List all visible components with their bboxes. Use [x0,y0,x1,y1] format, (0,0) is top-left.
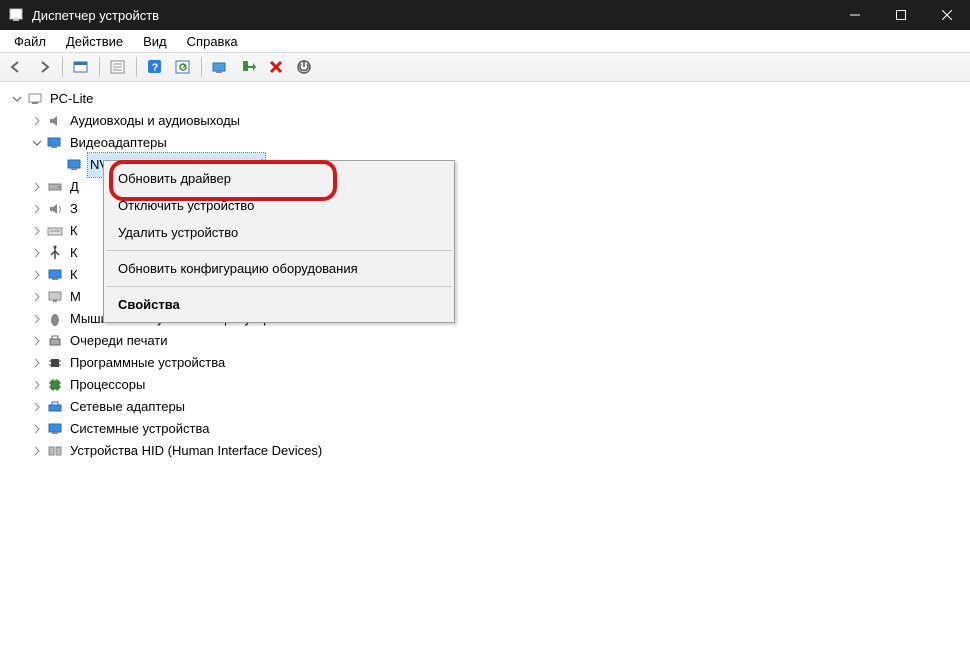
properties-button[interactable] [105,55,131,79]
menu-action[interactable]: Действие [56,32,133,51]
hid-icon [46,442,64,460]
display-adapter-icon [46,134,64,152]
menu-file[interactable]: Файл [4,32,56,51]
twisty-blank [50,158,64,172]
chevron-right-icon[interactable] [30,114,44,128]
printer-icon [46,332,64,350]
chevron-down-icon[interactable] [30,136,44,150]
tree-item-label: З [68,197,80,221]
forward-button[interactable] [31,55,57,79]
chevron-right-icon[interactable] [30,356,44,370]
tree-item-label: Устройства HID (Human Interface Devices) [68,439,324,463]
tree-item-label: Видеоадаптеры [68,131,169,155]
usb-icon [46,244,64,262]
show-hidden-button[interactable] [68,55,94,79]
window-title: Диспетчер устройств [32,8,159,23]
sound-icon [46,200,64,218]
system-icon [46,420,64,438]
tree-category-software[interactable]: Программные устройства [30,352,970,374]
mouse-icon [46,310,64,328]
toolbar-separator [99,57,100,77]
update-driver-button[interactable] [207,55,233,79]
ctx-properties[interactable]: Свойства [104,291,454,318]
chevron-right-icon[interactable] [30,180,44,194]
menu-help[interactable]: Справка [177,32,248,51]
tree-item-label: Сетевые адаптеры [68,395,187,419]
chevron-right-icon[interactable] [30,422,44,436]
tree-item-label: К [68,219,80,243]
svg-text:?: ? [152,62,159,74]
cpu-icon [46,376,64,394]
tree-panel: PC-Lite Аудиовходы и аудиовыходы [0,82,970,646]
tree-category-processors[interactable]: Процессоры [30,374,970,396]
enable-device-button[interactable] [235,55,261,79]
speaker-icon [46,112,64,130]
disable-device-button[interactable] [291,55,317,79]
computer-icon [46,266,64,284]
chevron-right-icon[interactable] [30,334,44,348]
tree-item-label: Аудиовходы и аудиовыходы [68,109,242,133]
chevron-right-icon[interactable] [30,246,44,260]
tree-category-audio[interactable]: Аудиовходы и аудиовыходы [30,110,970,132]
tree-root-label: PC-Lite [48,87,95,111]
close-button[interactable] [924,0,970,30]
monitor-icon [46,288,64,306]
keyboard-icon [46,222,64,240]
tree-category-network[interactable]: Сетевые адаптеры [30,396,970,418]
chevron-down-icon[interactable] [10,92,24,106]
context-menu: Обновить драйвер Отключить устройство Уд… [103,160,455,323]
chevron-right-icon[interactable] [30,290,44,304]
tree-category-printqueue[interactable]: Очереди печати [30,330,970,352]
tree-item-label: Системные устройства [68,417,211,441]
chip-icon [46,354,64,372]
tree-item-label: К [68,241,80,265]
back-button[interactable] [3,55,29,79]
menubar: Файл Действие Вид Справка [0,30,970,53]
display-adapter-icon [66,156,84,174]
computer-icon [26,90,44,108]
chevron-right-icon[interactable] [30,202,44,216]
tree-item-label: Программные устройства [68,351,227,375]
tree-item-label: К [68,263,80,287]
ctx-scan-hardware[interactable]: Обновить конфигурацию оборудования [104,255,454,282]
tree-item-label: Очереди печати [68,329,170,353]
tree-root-node[interactable]: PC-Lite [10,88,970,110]
tree-category-video[interactable]: Видеоадаптеры [30,132,970,154]
chevron-right-icon[interactable] [30,400,44,414]
help-button[interactable]: ? [142,55,168,79]
network-icon [46,398,64,416]
maximize-button[interactable] [878,0,924,30]
ctx-uninstall-device[interactable]: Удалить устройство [104,219,454,246]
ctx-separator [106,286,452,287]
chevron-right-icon[interactable] [30,444,44,458]
drive-icon [46,178,64,196]
tree-item-label: Процессоры [68,373,147,397]
tree-category-hid[interactable]: Устройства HID (Human Interface Devices) [30,440,970,462]
app-icon [8,7,24,23]
chevron-right-icon[interactable] [30,312,44,326]
uninstall-device-button[interactable] [263,55,289,79]
ctx-disable-device[interactable]: Отключить устройство [104,192,454,219]
ctx-separator [106,250,452,251]
window-controls [832,0,970,30]
scan-hardware-button[interactable] [170,55,196,79]
toolbar-separator [62,57,63,77]
toolbar-separator [136,57,137,77]
minimize-button[interactable] [832,0,878,30]
ctx-update-driver[interactable]: Обновить драйвер [104,165,454,192]
tree-item-label: М [68,285,83,309]
tree-category-system[interactable]: Системные устройства [30,418,970,440]
toolbar: ? [0,53,970,82]
chevron-right-icon[interactable] [30,268,44,282]
chevron-right-icon[interactable] [30,224,44,238]
tree-item-label: Д [68,175,81,199]
titlebar: Диспетчер устройств [0,0,970,30]
menu-view[interactable]: Вид [133,32,177,51]
chevron-right-icon[interactable] [30,378,44,392]
toolbar-separator [201,57,202,77]
